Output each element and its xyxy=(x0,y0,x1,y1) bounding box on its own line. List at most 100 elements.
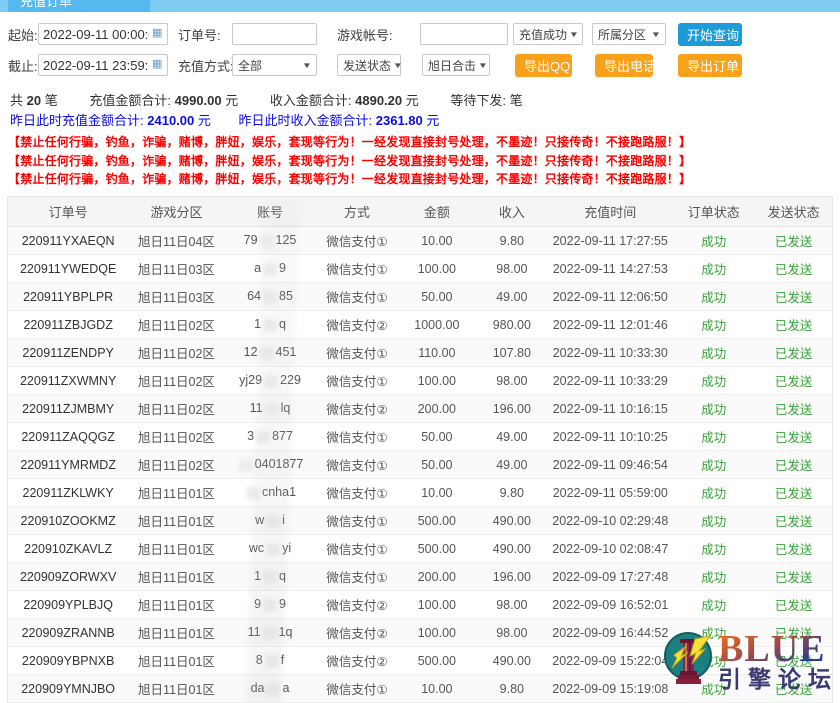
cell-account: 11lq xyxy=(225,395,316,423)
game-select[interactable]: 旭日合击 ▼ xyxy=(422,54,490,76)
start-date-wrap: ▦ xyxy=(38,23,168,45)
cell-amount: 100.00 xyxy=(399,619,476,647)
cell-send-status: 已发送 xyxy=(755,283,832,311)
order-no-input[interactable] xyxy=(232,23,317,45)
send-status-select[interactable]: 发送状态 ▼ xyxy=(337,54,401,76)
table-row: 220911ZJMBMY 旭日11日02区 11lq 微信支付② 200.00 … xyxy=(8,395,832,423)
cell-account: yj29229 xyxy=(225,367,316,395)
end-date-label: 截止: xyxy=(8,56,38,75)
cell-method: 微信支付② xyxy=(315,311,398,339)
cell-recharge-time: 2022-09-11 12:01:46 xyxy=(549,311,673,339)
cell-game-zone: 旭日11日01区 xyxy=(128,647,224,675)
cell-game-zone: 旭日11日02区 xyxy=(128,395,224,423)
cell-game-zone: 旭日11日01区 xyxy=(128,591,224,619)
game-account-input[interactable] xyxy=(420,23,508,45)
cell-income: 196.00 xyxy=(475,563,548,591)
calendar-icon[interactable]: ▦ xyxy=(152,27,165,40)
cell-order-no: 220911YBPLPR xyxy=(8,283,128,311)
cell-method: 微信支付① xyxy=(315,535,398,563)
cell-income: 49.00 xyxy=(475,423,548,451)
redaction-blur xyxy=(263,291,277,304)
redaction-blur xyxy=(256,431,270,444)
redaction-blur xyxy=(265,655,279,668)
cell-income: 490.00 xyxy=(475,647,548,675)
cell-account: 0401877 xyxy=(225,451,316,479)
cell-recharge-time: 2022-09-11 14:27:53 xyxy=(549,255,673,283)
cell-recharge-time: 2022-09-11 12:06:50 xyxy=(549,283,673,311)
calendar-icon[interactable]: ▦ xyxy=(152,58,165,71)
redaction-blur xyxy=(266,515,280,528)
start-date-input[interactable] xyxy=(38,23,168,45)
total-count: 共 20 笔 xyxy=(10,93,86,108)
cell-method: 微信支付① xyxy=(315,675,398,703)
start-query-button[interactable]: 开始查询 xyxy=(678,23,742,46)
recharge-method-label: 充值方式: xyxy=(178,56,232,75)
recharge-status-select[interactable]: 充值成功 ▼ xyxy=(513,23,583,45)
cell-game-zone: 旭日11日03区 xyxy=(128,255,224,283)
cell-order-no: 220909ZRANNB xyxy=(8,619,128,647)
table-row: 220911ZXWMNY 旭日11日02区 yj29229 微信支付① 100.… xyxy=(8,367,832,395)
forum-logo-text: BLUE 引擎论坛 xyxy=(718,633,838,693)
cell-game-zone: 旭日11日01区 xyxy=(128,675,224,703)
cell-send-status: 已发送 xyxy=(755,563,832,591)
cell-recharge-time: 2022-09-11 10:33:30 xyxy=(549,339,673,367)
cell-amount: 10.00 xyxy=(399,479,476,507)
cell-order-status: 成功 xyxy=(672,283,755,311)
page-tab-recharge-orders[interactable]: 充值订单 xyxy=(8,0,150,12)
table-row: 220911ZENDPY 旭日11日02区 12451 微信支付① 110.00… xyxy=(8,339,832,367)
cell-method: 微信支付① xyxy=(315,423,398,451)
warning-line: 【禁止任何行骗，钓鱼，诈骗，赌博，胖妞，娱乐，套现等行为！一经发现直接封号处理，… xyxy=(8,154,840,169)
export-phone-button[interactable]: 导出电话 xyxy=(595,54,653,77)
cell-recharge-time: 2022-09-09 16:44:52 xyxy=(549,619,673,647)
yesterday-summary-line: 昨日此时充值金额合计: 2410.00 元 昨日此时收入金额合计: 2361.8… xyxy=(10,113,840,128)
cell-send-status: 已发送 xyxy=(755,255,832,283)
cell-account: 111q xyxy=(225,619,316,647)
cell-order-status: 成功 xyxy=(672,563,755,591)
cell-method: 微信支付② xyxy=(315,395,398,423)
cell-method: 微信支付① xyxy=(315,339,398,367)
cell-order-status: 成功 xyxy=(672,535,755,563)
income-total: 收入金额合计: 4890.20 元 xyxy=(270,93,447,108)
export-order-button[interactable]: 导出订单 xyxy=(678,54,742,77)
chevron-down-icon: ▼ xyxy=(478,61,488,70)
redaction-blur xyxy=(260,347,274,360)
cell-income: 9.80 xyxy=(475,227,548,255)
cell-account: a9 xyxy=(225,255,316,283)
forum-name-cn: 引擎论坛 xyxy=(718,666,838,693)
cell-order-no: 220911ZBJGDZ xyxy=(8,311,128,339)
cell-game-zone: 旭日11日02区 xyxy=(128,451,224,479)
col-order-no: 订单号 xyxy=(8,197,128,227)
cell-order-status: 成功 xyxy=(672,479,755,507)
cell-method: 微信支付① xyxy=(315,255,398,283)
cell-order-no: 220911ZJMBMY xyxy=(8,395,128,423)
warning-line: 【禁止任何行骗，钓鱼，诈骗，赌博，胖妞，娱乐，套现等行为！一经发现直接封号处理，… xyxy=(8,172,840,187)
orders-table: 订单号 游戏分区 账号 方式 金额 收入 充值时间 订单状态 发送状态 2209… xyxy=(8,197,832,703)
cell-send-status: 已发送 xyxy=(755,311,832,339)
page-title: 充值订单 xyxy=(20,0,72,9)
end-date-input[interactable] xyxy=(38,54,168,76)
col-game-zone: 游戏分区 xyxy=(128,197,224,227)
redaction-blur xyxy=(263,627,277,640)
cell-send-status: 已发送 xyxy=(755,395,832,423)
cell-income: 9.80 xyxy=(475,479,548,507)
cell-order-no: 220911YMRMDZ xyxy=(8,451,128,479)
order-no-label: 订单号: xyxy=(178,25,232,44)
forum-logo-icon xyxy=(662,629,716,696)
cell-method: 微信支付② xyxy=(315,647,398,675)
table-row: 220911ZBJGDZ 旭日11日02区 1q 微信支付② 1000.00 9… xyxy=(8,311,832,339)
cell-send-status: 已发送 xyxy=(755,507,832,535)
cell-amount: 50.00 xyxy=(399,283,476,311)
zone-select[interactable]: 所属分区 ▼ xyxy=(592,23,666,45)
cell-method: 微信支付① xyxy=(315,283,398,311)
redaction-blur xyxy=(265,403,279,416)
export-qq-button[interactable]: 导出QQ xyxy=(515,54,572,77)
cell-order-no: 220911ZAQQGZ xyxy=(8,423,128,451)
cell-amount: 200.00 xyxy=(399,395,476,423)
cell-recharge-time: 2022-09-10 02:29:48 xyxy=(549,507,673,535)
filter-panel: 起始: ▦ 订单号: 游戏帐号: 充值成功 ▼ 所属分区 ▼ 开始查询 截止: … xyxy=(0,12,840,86)
pending-count: 等待下发: 笔 xyxy=(450,93,522,108)
recharge-method-select[interactable]: 全部 ▼ xyxy=(232,54,317,76)
cell-send-status: 已发送 xyxy=(755,451,832,479)
cell-send-status: 已发送 xyxy=(755,367,832,395)
cell-send-status: 已发送 xyxy=(755,479,832,507)
